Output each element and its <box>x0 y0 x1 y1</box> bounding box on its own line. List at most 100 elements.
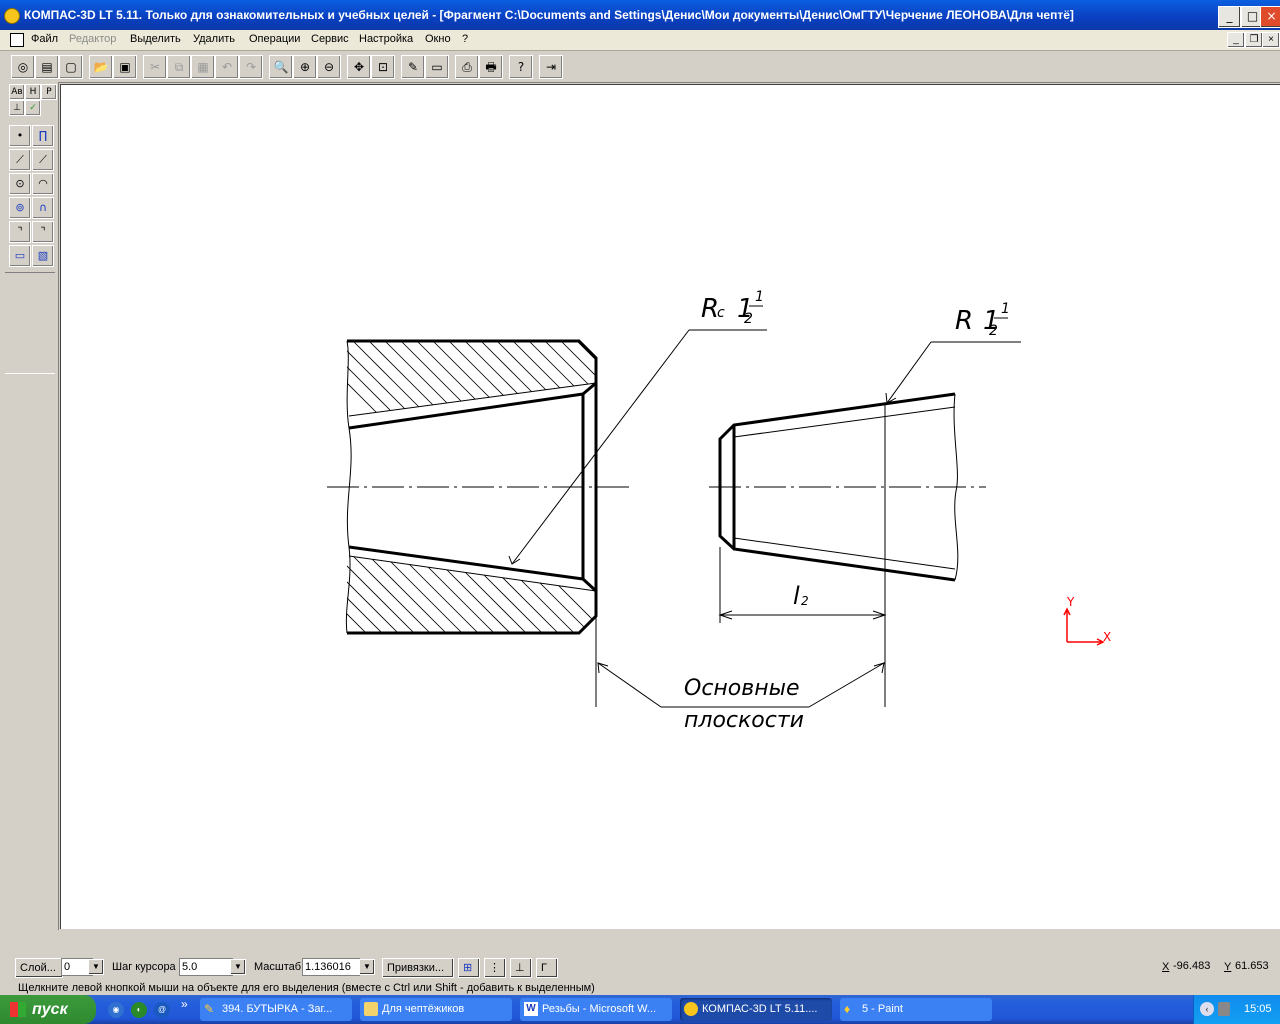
kompas-app-icon[interactable] <box>4 8 20 24</box>
cut-icon[interactable]: ✂ <box>143 55 167 79</box>
edit-icon[interactable]: ⊥ <box>9 100 25 116</box>
chamfer-icon[interactable]: ⌝ <box>32 221 54 243</box>
new-model-icon[interactable]: ◎ <box>11 55 35 79</box>
new-sheet-icon[interactable]: ▤ <box>35 55 59 79</box>
quicklaunch-more[interactable]: » <box>181 997 188 1011</box>
rectangle-icon[interactable]: ▭ <box>9 245 31 267</box>
menu-window[interactable]: Окно <box>425 33 451 45</box>
ortho-icon[interactable]: Г <box>536 958 558 978</box>
polyline-icon[interactable]: ⟋ <box>32 149 54 171</box>
bezier-icon[interactable]: ∩ <box>32 197 54 219</box>
task-word[interactable]: W Резьбы - Microsoft W... <box>520 998 672 1021</box>
menu-settings[interactable]: Настройка <box>359 33 413 45</box>
drawing-svg: R c 1 1 2 R 1 1 2 l 2 Основные плоскости… <box>327 289 1111 733</box>
drawing-canvas[interactable]: R c 1 1 2 R 1 1 2 l 2 Основные плоскости… <box>60 84 1280 929</box>
network-icon[interactable] <box>1218 1002 1230 1016</box>
layer-button[interactable]: Слой... <box>15 958 63 978</box>
open-folder-icon[interactable]: 📂 <box>89 55 113 79</box>
windows-flag-icon <box>10 1002 26 1017</box>
grid-snap-icon[interactable]: ⊞ <box>458 958 480 978</box>
minimize-button[interactable]: _ <box>1218 6 1241 28</box>
grid-icon[interactable]: ⋮ <box>484 958 506 978</box>
menu-operations[interactable]: Операции <box>249 33 300 45</box>
document-icon[interactable] <box>10 33 24 47</box>
paint-icon: ♦ <box>844 1002 851 1016</box>
coordinate-axes <box>1063 607 1105 646</box>
y-coord-field[interactable]: 61.653 <box>1233 958 1277 974</box>
text-icon[interactable]: Aв <box>9 84 25 100</box>
pan-icon[interactable]: ✥ <box>347 55 371 79</box>
start-button[interactable]: пуск <box>0 995 96 1024</box>
ellipse-icon[interactable]: ⊚ <box>9 197 31 219</box>
dimension-icon[interactable]: H <box>25 84 41 100</box>
new-fragment-icon[interactable]: ▢ <box>59 55 83 79</box>
local-cs-icon[interactable]: ⊥ <box>510 958 532 978</box>
doc-close-button[interactable]: × <box>1262 32 1280 48</box>
word-icon: W <box>524 1002 538 1016</box>
zoom-out-icon[interactable]: ⊖ <box>317 55 341 79</box>
browser-icon[interactable]: ◐ <box>131 1002 147 1018</box>
menu-select[interactable]: Выделить <box>130 33 181 45</box>
step-dropdown-icon[interactable]: ▼ <box>230 959 246 975</box>
task-paint[interactable]: ♦ 5 - Paint <box>840 998 992 1021</box>
copy-icon[interactable]: ⧉ <box>167 55 191 79</box>
scale-dropdown-icon[interactable]: ▼ <box>359 959 375 975</box>
menu-help[interactable]: ? <box>462 33 468 45</box>
standard-toolbar: ◎ ▤ ▢ 📂 ▣ ✂ ⧉ ▦ ↶ ↷ 🔍 ⊕ ⊖ ✥ ⊡ ✎ ▭ ⎙ 🖶 ? … <box>0 51 1280 83</box>
print-icon[interactable]: 🖶 <box>479 55 503 79</box>
zoom-window-icon[interactable]: 🔍 <box>269 55 293 79</box>
task-folder[interactable]: Для чептёжиков <box>360 998 512 1021</box>
scale-field[interactable]: 1.136016 <box>302 958 360 976</box>
hatch-icon[interactable]: ▧ <box>32 245 54 267</box>
l2-label-subscript: 2 <box>801 594 809 608</box>
planes-label-line1: Основные <box>684 676 800 701</box>
undo-icon[interactable]: ↶ <box>215 55 239 79</box>
task-butyrka[interactable]: ✎ 394. БУТЫРКА - Заг... <box>200 998 352 1021</box>
menu-file[interactable]: Файл <box>31 33 58 45</box>
menu-service[interactable]: Сервис <box>311 33 349 45</box>
r-label-denominator: 2 <box>989 323 998 339</box>
clock[interactable]: 15:05 <box>1244 995 1272 1024</box>
redo-icon[interactable]: ↷ <box>239 55 263 79</box>
context-help-icon[interactable]: ? <box>509 55 533 79</box>
exit-icon[interactable]: ⇥ <box>539 55 563 79</box>
menu-editor[interactable]: Редактор <box>69 33 116 45</box>
redraw-icon[interactable]: ✎ <box>401 55 425 79</box>
rc-label-numerator: 1 <box>755 289 764 305</box>
parameter-icon[interactable]: P <box>41 84 57 100</box>
fillet-icon[interactable]: ⌝ <box>9 221 31 243</box>
zoom-fit-icon[interactable]: ⊡ <box>371 55 395 79</box>
auxiliary-line-icon[interactable]: ∏ <box>32 125 54 147</box>
tray-back-icon[interactable]: ‹ <box>1200 1002 1214 1016</box>
taskbar: пуск ◉ ◐ @ » ✎ 394. БУТЫРКА - Заг... Для… <box>0 995 1280 1024</box>
messenger-icon[interactable]: @ <box>154 1002 170 1018</box>
layer-dropdown-icon[interactable]: ▼ <box>88 959 104 975</box>
task-kompas[interactable]: КОМПАС-3D LT 5.11.... <box>680 998 832 1021</box>
close-button[interactable]: × <box>1260 6 1280 28</box>
menu-bar: Файл Редактор Выделить Удалить Операции … <box>0 30 1280 51</box>
arc-icon[interactable]: ◠ <box>32 173 54 195</box>
x-coord-field[interactable]: -96.483 <box>1171 958 1219 974</box>
zoom-in-icon[interactable]: ⊕ <box>293 55 317 79</box>
point-icon[interactable]: • <box>9 125 31 147</box>
r-label-letter: R <box>955 306 973 336</box>
view-manager-icon[interactable]: ▭ <box>425 55 449 79</box>
measure-icon[interactable]: ✓ <box>25 100 41 116</box>
quicklaunch-icon[interactable]: ◉ <box>108 1002 124 1018</box>
x-coord-label: X <box>1162 961 1170 973</box>
doc-restore-button[interactable]: ❐ <box>1245 32 1263 48</box>
save-icon[interactable]: ▣ <box>113 55 137 79</box>
segment-icon[interactable]: ⟋ <box>9 149 31 171</box>
circle-icon[interactable]: ⊙ <box>9 173 31 195</box>
title-bar: КОМПАС-3D LT 5.11. Только для ознакомите… <box>0 0 1280 30</box>
doc-minimize-button[interactable]: _ <box>1227 32 1245 48</box>
scale-label: Масштаб <box>254 961 302 973</box>
print-preview-icon[interactable]: ⎙ <box>455 55 479 79</box>
current-state-bar: Слой... 0 ▼ Шаг курсора 5.0 ▼ Масштаб 1.… <box>0 955 1280 981</box>
snaps-button[interactable]: Привязки... <box>382 958 454 978</box>
compact-panel: Aв H P ⊥ ✓ • ∏ ⟋ ⟋ ⊙ ◠ ⊚ ∩ ⌝ ⌝ ▭ ▧ <box>0 82 59 930</box>
menu-delete[interactable]: Удалить <box>193 33 235 45</box>
leaders <box>508 329 1021 708</box>
step-field[interactable]: 5.0 <box>179 958 233 976</box>
paste-icon[interactable]: ▦ <box>191 55 215 79</box>
